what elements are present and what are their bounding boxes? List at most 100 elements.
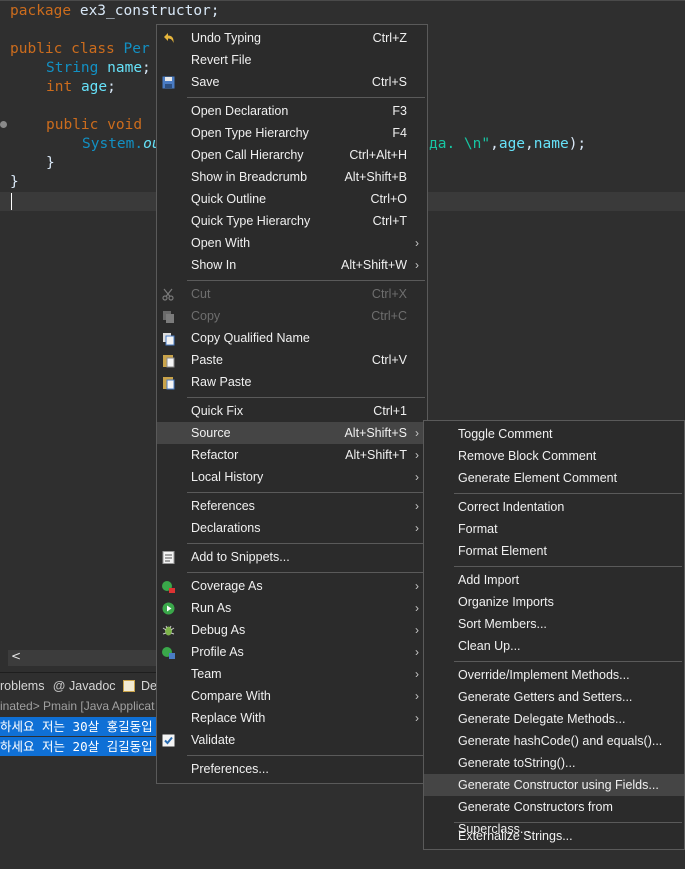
- menu-item-accelerator: Alt+Shift+T: [345, 448, 407, 462]
- menu-item-team[interactable]: Team ›: [157, 663, 427, 685]
- tab-problems[interactable]: roblems: [0, 679, 44, 693]
- console-header: inated> Pmain [Java Applicat: [0, 699, 155, 713]
- comma: ,: [525, 136, 534, 152]
- scroll-left-icon[interactable]: <: [11, 649, 21, 663]
- submenu-item-clean-up[interactable]: Clean Up...: [424, 635, 684, 657]
- menu-item-label: Generate Getters and Setters...: [458, 690, 633, 704]
- menu-item-accelerator: Alt+Shift+W: [341, 258, 407, 272]
- field-ref: name: [533, 136, 569, 152]
- submenu-item-generate-tostring[interactable]: Generate toString()...: [424, 752, 684, 774]
- tab-javadoc[interactable]: Javadoc: [69, 679, 116, 693]
- menu-item-raw-paste[interactable]: Raw Paste: [157, 371, 427, 393]
- menu-item-debug-as[interactable]: Debug As ›: [157, 619, 427, 641]
- submenu-item-override-implement-methods[interactable]: Override/Implement Methods...: [424, 664, 684, 686]
- keyword: void: [107, 117, 143, 133]
- fold-marker-icon[interactable]: [0, 121, 7, 128]
- menu-item-label: Add Import: [458, 573, 520, 587]
- menu-item-accelerator: Ctrl+Alt+H: [349, 148, 407, 162]
- console-output-line: 하세요 저는 30살 홍길동입: [0, 717, 158, 736]
- submenu-item-add-import[interactable]: Add Import: [424, 569, 684, 591]
- submenu-item-generate-constructors-from-superclass[interactable]: Generate Constructors from Superclass...: [424, 796, 684, 836]
- copy-icon: [161, 309, 176, 324]
- menu-item-open-call-hierarchy[interactable]: Open Call Hierarchy Ctrl+Alt+H: [157, 144, 427, 166]
- undo-icon: [161, 31, 176, 46]
- submenu-item-format[interactable]: Format: [424, 518, 684, 540]
- submenu-item-generate-constructor-using-fields[interactable]: Generate Constructor using Fields...: [424, 774, 684, 796]
- submenu-item-correct-indentation[interactable]: Correct Indentation: [424, 496, 684, 518]
- tab-declaration[interactable]: De: [141, 679, 157, 693]
- menu-item-show-in[interactable]: Show In Alt+Shift+W ›: [157, 254, 427, 276]
- cut-icon: [161, 287, 176, 302]
- menu-item-label: Copy Qualified Name: [191, 331, 310, 345]
- menu-item-refactor[interactable]: Refactor Alt+Shift+T ›: [157, 444, 427, 466]
- menu-separator: [454, 661, 682, 662]
- menu-item-cut[interactable]: Cut Ctrl+X: [157, 283, 427, 305]
- menu-item-label: Paste: [191, 353, 223, 367]
- menu-item-quick-type-hierarchy[interactable]: Quick Type Hierarchy Ctrl+T: [157, 210, 427, 232]
- submenu-item-generate-element-comment[interactable]: Generate Element Comment: [424, 467, 684, 489]
- submenu-arrow-icon: ›: [415, 448, 419, 462]
- menu-item-label: Generate Element Comment: [458, 471, 618, 485]
- semicolon: ;: [107, 79, 116, 95]
- menu-item-accelerator: Ctrl+1: [373, 404, 407, 418]
- submenu-item-generate-getters-and-setters[interactable]: Generate Getters and Setters...: [424, 686, 684, 708]
- menu-item-label: Quick Fix: [191, 404, 244, 418]
- menu-item-accelerator: F3: [392, 104, 407, 118]
- menu-item-references[interactable]: References ›: [157, 495, 427, 517]
- editor-top-border: [0, 0, 685, 1]
- horizontal-scrollbar[interactable]: <: [8, 649, 158, 666]
- menu-item-label: Open With: [191, 236, 251, 250]
- submenu-item-generate-delegate-methods[interactable]: Generate Delegate Methods...: [424, 708, 684, 730]
- menu-item-accelerator: Ctrl+S: [371, 75, 407, 89]
- field-ref: age: [498, 136, 526, 152]
- menu-item-label: Preferences...: [191, 762, 269, 776]
- submenu-item-sort-members[interactable]: Sort Members...: [424, 613, 684, 635]
- menu-item-open-declaration[interactable]: Open Declaration F3: [157, 100, 427, 122]
- menu-item-open-with[interactable]: Open With ›: [157, 232, 427, 254]
- menu-item-preferences[interactable]: Preferences...: [157, 758, 427, 780]
- menu-item-replace-with[interactable]: Replace With ›: [157, 707, 427, 729]
- menu-item-label: Format: [458, 522, 498, 536]
- submenu-item-remove-block-comment[interactable]: Remove Block Comment: [424, 445, 684, 467]
- menu-item-label: Revert File: [191, 53, 252, 67]
- menu-item-label: Team: [191, 667, 222, 681]
- menu-item-revert-file[interactable]: Revert File: [157, 49, 427, 71]
- submenu-item-toggle-comment[interactable]: Toggle Comment: [424, 423, 684, 445]
- menu-item-paste[interactable]: Paste Ctrl+V: [157, 349, 427, 371]
- at-icon: @: [53, 679, 66, 693]
- menu-item-profile-as[interactable]: Profile As ›: [157, 641, 427, 663]
- code-line-package: package ex3_constructor;: [10, 2, 220, 21]
- menu-item-run-as[interactable]: Run As ›: [157, 597, 427, 619]
- menu-item-open-type-hierarchy[interactable]: Open Type Hierarchy F4: [157, 122, 427, 144]
- semicolon: ;: [142, 60, 151, 76]
- menu-item-save[interactable]: Save Ctrl+S: [157, 71, 427, 93]
- menu-item-label: Toggle Comment: [458, 427, 553, 441]
- menu-item-source[interactable]: Source Alt+Shift+S ›: [157, 422, 427, 444]
- menu-item-label: Quick Outline: [191, 192, 267, 206]
- menu-item-validate[interactable]: Validate: [157, 729, 427, 751]
- menu-item-label: Generate Delegate Methods...: [458, 712, 626, 726]
- menu-separator: [187, 755, 425, 756]
- menu-item-coverage-as[interactable]: Coverage As ›: [157, 575, 427, 597]
- menu-item-undo-typing[interactable]: Undo Typing Ctrl+Z: [157, 27, 427, 49]
- menu-item-label: References: [191, 499, 255, 513]
- submenu-item-format-element[interactable]: Format Element: [424, 540, 684, 562]
- submenu-item-generate-hashcode-and-equals[interactable]: Generate hashCode() and equals()...: [424, 730, 684, 752]
- menu-item-local-history[interactable]: Local History ›: [157, 466, 427, 488]
- menu-item-copy[interactable]: Copy Ctrl+C: [157, 305, 427, 327]
- menu-item-label: Refactor: [191, 448, 239, 462]
- menu-separator: [187, 397, 425, 398]
- menu-item-compare-with[interactable]: Compare With ›: [157, 685, 427, 707]
- keyword: public: [10, 41, 63, 57]
- class-name: Per: [123, 41, 150, 57]
- code-line-field-name: String name;: [46, 59, 151, 78]
- menu-item-copy-qualified-name[interactable]: Copy Qualified Name: [157, 327, 427, 349]
- submenu-item-externalize-strings[interactable]: Externalize Strings...: [424, 825, 684, 847]
- submenu-item-organize-imports[interactable]: Organize Imports: [424, 591, 684, 613]
- menu-item-declarations[interactable]: Declarations ›: [157, 517, 427, 539]
- menu-item-quick-fix[interactable]: Quick Fix Ctrl+1: [157, 400, 427, 422]
- menu-item-show-in-breadcrumb[interactable]: Show in Breadcrumb Alt+Shift+B: [157, 166, 427, 188]
- menu-item-accelerator: F4: [392, 126, 407, 140]
- menu-item-add-to-snippets[interactable]: Add to Snippets...: [157, 546, 427, 568]
- menu-item-quick-outline[interactable]: Quick Outline Ctrl+O: [157, 188, 427, 210]
